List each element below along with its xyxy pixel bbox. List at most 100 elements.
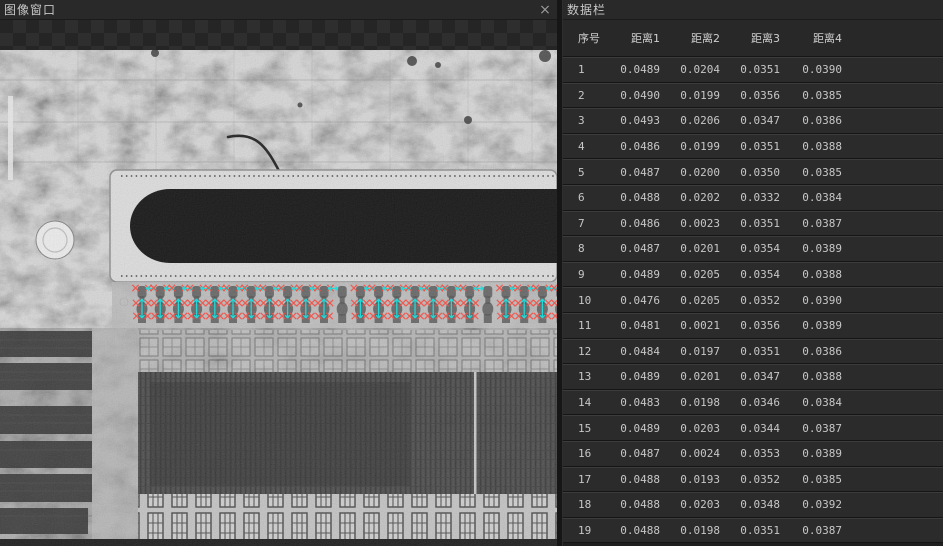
row-index-cell: 18 xyxy=(563,498,613,511)
distance-value-cell: 0.0476 xyxy=(613,294,660,307)
distance-value-cell: 0.0389 xyxy=(780,447,842,460)
distance-value-cell: 0.0201 xyxy=(660,242,720,255)
distance-value-cell: 0.0388 xyxy=(780,370,842,383)
table-row[interactable]: 190.04880.01980.03510.0387 xyxy=(563,518,943,544)
column-header-distance2: 距离2 xyxy=(660,30,720,46)
row-index-cell: 15 xyxy=(563,422,613,435)
table-row[interactable]: 80.04870.02010.03540.0389 xyxy=(563,236,943,262)
row-index-cell: 3 xyxy=(563,114,613,127)
distance-value-cell: 0.0385 xyxy=(780,89,842,102)
row-index-cell: 1 xyxy=(563,63,613,76)
distance-value-cell: 0.0488 xyxy=(613,191,660,204)
distance-value-cell: 0.0193 xyxy=(660,473,720,486)
distance-value-cell: 0.0384 xyxy=(780,396,842,409)
distance-value-cell: 0.0206 xyxy=(660,114,720,127)
app-window: 图像窗口 × xyxy=(0,0,943,546)
distance-value-cell: 0.0023 xyxy=(660,217,720,230)
table-row[interactable]: 180.04880.02030.03480.0392 xyxy=(563,492,943,518)
row-index-cell: 13 xyxy=(563,370,613,383)
distance-value-cell: 0.0199 xyxy=(660,140,720,153)
distance-value-cell: 0.0347 xyxy=(720,114,780,127)
row-index-cell: 16 xyxy=(563,447,613,460)
table-row[interactable]: 120.04840.01970.03510.0386 xyxy=(563,339,943,365)
column-header-index: 序号 xyxy=(563,30,613,46)
distance-value-cell: 0.0392 xyxy=(780,498,842,511)
distance-value-cell: 0.0198 xyxy=(660,396,720,409)
table-row[interactable]: 20.04900.01990.03560.0385 xyxy=(563,83,943,109)
distance-value-cell: 0.0356 xyxy=(720,89,780,102)
table-row[interactable]: 130.04890.02010.03470.0388 xyxy=(563,364,943,390)
distance-value-cell: 0.0489 xyxy=(613,63,660,76)
distance-value-cell: 0.0344 xyxy=(720,422,780,435)
distance-value-cell: 0.0390 xyxy=(780,63,842,76)
distance-value-cell: 0.0348 xyxy=(720,498,780,511)
distance-value-cell: 0.0347 xyxy=(720,370,780,383)
distance-value-cell: 0.0384 xyxy=(780,191,842,204)
distance-value-cell: 0.0386 xyxy=(780,345,842,358)
distance-value-cell: 0.0351 xyxy=(720,524,780,537)
row-index-cell: 19 xyxy=(563,524,613,537)
distance-value-cell: 0.0493 xyxy=(613,114,660,127)
row-index-cell: 9 xyxy=(563,268,613,281)
data-bar-titlebar: 数据栏 xyxy=(563,0,943,20)
table-row[interactable]: 160.04870.00240.03530.0389 xyxy=(563,441,943,467)
table-row[interactable]: 10.04890.02040.03510.0390 xyxy=(563,57,943,83)
distance-value-cell: 0.0489 xyxy=(613,268,660,281)
distance-value-cell: 0.0387 xyxy=(780,524,842,537)
transparency-checkerboard xyxy=(0,20,557,50)
distance-value-cell: 0.0487 xyxy=(613,242,660,255)
table-row[interactable]: 110.04810.00210.03560.0389 xyxy=(563,313,943,339)
row-index-cell: 8 xyxy=(563,242,613,255)
image-window-titlebar: 图像窗口 × xyxy=(0,0,557,20)
table-row[interactable]: 30.04930.02060.03470.0386 xyxy=(563,108,943,134)
distance-value-cell: 0.0021 xyxy=(660,319,720,332)
table-row[interactable]: 170.04880.01930.03520.0385 xyxy=(563,467,943,493)
distance-value-cell: 0.0200 xyxy=(660,166,720,179)
distance-value-cell: 0.0353 xyxy=(720,447,780,460)
distance-value-cell: 0.0203 xyxy=(660,422,720,435)
distance-value-cell: 0.0024 xyxy=(660,447,720,460)
distance-value-cell: 0.0488 xyxy=(613,498,660,511)
distance-value-cell: 0.0203 xyxy=(660,498,720,511)
close-icon[interactable]: × xyxy=(537,2,553,18)
row-index-cell: 7 xyxy=(563,217,613,230)
distance-value-cell: 0.0198 xyxy=(660,524,720,537)
data-bar-panel: 数据栏 序号 距离1 距离2 距离3 距离4 10.04890.02040.03… xyxy=(562,0,943,546)
inspection-image xyxy=(0,50,557,546)
table-row[interactable]: 50.04870.02000.03500.0385 xyxy=(563,159,943,185)
row-index-cell: 17 xyxy=(563,473,613,486)
row-index-cell: 14 xyxy=(563,396,613,409)
column-header-distance1: 距离1 xyxy=(613,30,660,46)
distance-value-cell: 0.0487 xyxy=(613,166,660,179)
distance-value-cell: 0.0388 xyxy=(780,140,842,153)
distance-value-cell: 0.0205 xyxy=(660,294,720,307)
distance-value-cell: 0.0205 xyxy=(660,268,720,281)
distance-value-cell: 0.0202 xyxy=(660,191,720,204)
table-row[interactable]: 40.04860.01990.03510.0388 xyxy=(563,134,943,160)
distance-value-cell: 0.0385 xyxy=(780,473,842,486)
distance-value-cell: 0.0486 xyxy=(613,140,660,153)
table-row[interactable]: 150.04890.02030.03440.0387 xyxy=(563,415,943,441)
distance-value-cell: 0.0351 xyxy=(720,345,780,358)
image-viewport[interactable] xyxy=(0,50,557,546)
distance-value-cell: 0.0352 xyxy=(720,294,780,307)
distance-value-cell: 0.0484 xyxy=(613,345,660,358)
table-body: 10.04890.02040.03510.039020.04900.01990.… xyxy=(563,57,943,546)
distance-value-cell: 0.0390 xyxy=(780,294,842,307)
distance-value-cell: 0.0351 xyxy=(720,63,780,76)
distance-value-cell: 0.0204 xyxy=(660,63,720,76)
table-row[interactable]: 90.04890.02050.03540.0388 xyxy=(563,262,943,288)
row-index-cell: 10 xyxy=(563,294,613,307)
distance-value-cell: 0.0199 xyxy=(660,89,720,102)
distance-value-cell: 0.0197 xyxy=(660,345,720,358)
table-row[interactable]: 60.04880.02020.03320.0384 xyxy=(563,185,943,211)
table-row[interactable]: 100.04760.02050.03520.0390 xyxy=(563,287,943,313)
table-row[interactable]: 140.04830.01980.03460.0384 xyxy=(563,390,943,416)
table-row[interactable]: 70.04860.00230.03510.0387 xyxy=(563,211,943,237)
distance-value-cell: 0.0486 xyxy=(613,217,660,230)
distance-value-cell: 0.0488 xyxy=(613,524,660,537)
distance-value-cell: 0.0487 xyxy=(613,447,660,460)
distance-value-cell: 0.0354 xyxy=(720,268,780,281)
column-header-distance4: 距离4 xyxy=(780,30,842,46)
distance-value-cell: 0.0489 xyxy=(613,370,660,383)
